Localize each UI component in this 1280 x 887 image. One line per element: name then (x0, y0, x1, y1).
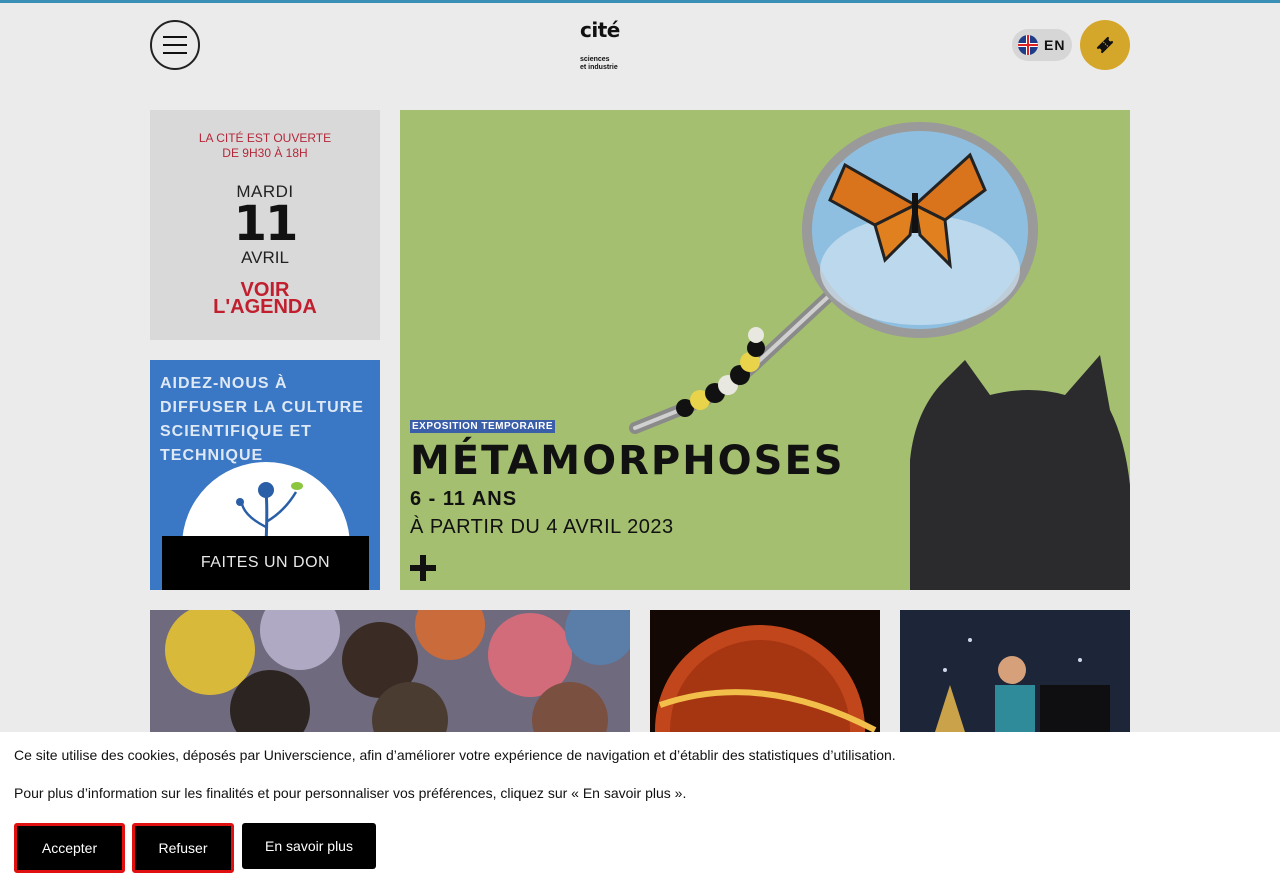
group-photo-image (150, 610, 630, 732)
donation-text: AIDEZ-NOUS À DIFFUSER LA CULTURE SCIENTI… (160, 375, 364, 464)
ticket-button[interactable] (1080, 20, 1130, 70)
agenda-date-number: 11 (233, 196, 299, 252)
accept-cookies-button[interactable]: Accepter (14, 823, 125, 873)
logo-text-industrie: et industrie (580, 64, 618, 71)
exhibition-title: MÉTAMORPHOSES (410, 438, 845, 484)
donate-button[interactable]: FAITES UN DON (162, 536, 369, 590)
uk-flag-icon (1018, 35, 1038, 55)
tile-group-photo[interactable] (150, 610, 630, 732)
refuse-cookies-button[interactable]: Refuser (132, 823, 234, 873)
planet-image (650, 610, 880, 732)
cookie-info-line2: Pour plus d’information sur les finalité… (14, 785, 687, 801)
logo-text-sciences: sciences (580, 56, 610, 63)
language-switch-button[interactable]: EN (1012, 29, 1072, 61)
cookie-banner: Ce site utilise des cookies, déposés par… (0, 732, 1280, 887)
exhibition-date: À PARTIR DU 4 AVRIL 2023 (410, 516, 674, 538)
opening-hours-line2: DE 9H30 À 18H (222, 146, 308, 160)
site-logo[interactable]: cité sciences et industrie (580, 18, 640, 74)
logo-text-cite: cité (580, 18, 620, 42)
opening-hours-card: LA CITÉ EST OUVERTE DE 9H30 À 18H MARDI … (150, 110, 380, 340)
see-agenda-link[interactable]: VOIR L'AGENDA (150, 280, 380, 318)
tile-performance[interactable] (900, 610, 1130, 732)
tile-planet[interactable] (650, 610, 880, 732)
hero-exhibition-banner[interactable]: EXPOSITION TEMPORAIRE MÉTAMORPHOSES 6 - … (400, 110, 1130, 590)
plus-icon[interactable] (410, 555, 436, 581)
language-label: EN (1044, 37, 1066, 53)
menu-icon-bar (163, 52, 187, 54)
see-agenda-line2: L'AGENDA (213, 296, 317, 318)
opening-hours-line1: LA CITÉ EST OUVERTE (198, 131, 332, 145)
learn-more-button[interactable]: En savoir plus (242, 823, 376, 869)
exhibition-tag: EXPOSITION TEMPORAIRE (410, 420, 556, 433)
opening-hours-text: LA CITÉ EST OUVERTE DE 9H30 À 18H (150, 131, 380, 161)
top-accent-line (0, 0, 1280, 3)
menu-icon-bar (163, 44, 187, 46)
agenda-month: AVRIL (241, 248, 289, 267)
donation-card: AIDEZ-NOUS À DIFFUSER LA CULTURE SCIENTI… (150, 360, 380, 590)
ticket-icon (1096, 36, 1114, 54)
menu-icon-bar (163, 36, 187, 38)
menu-button[interactable] (150, 20, 200, 70)
cookie-info-line1: Ce site utilise des cookies, déposés par… (14, 747, 896, 763)
performance-image (900, 610, 1130, 732)
exhibition-age-range: 6 - 11 ANS (410, 488, 518, 510)
